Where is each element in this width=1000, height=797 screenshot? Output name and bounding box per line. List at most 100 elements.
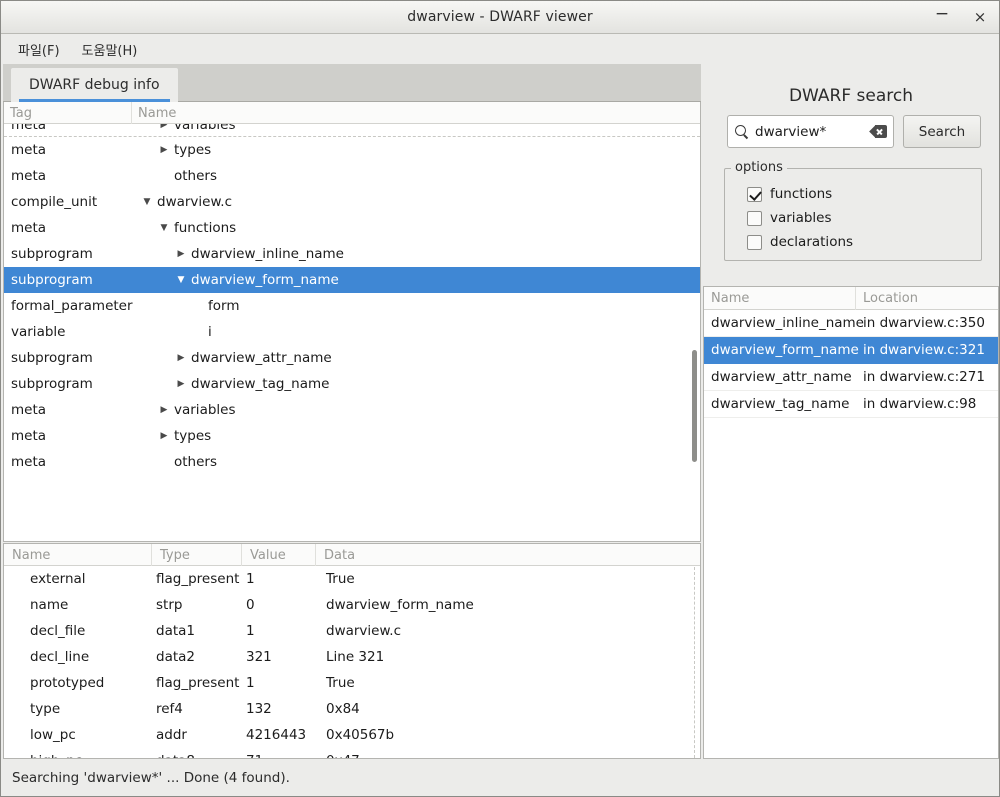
tree-row[interactable]: subprogram▶dwarview_inline_name bbox=[4, 241, 700, 267]
attribute-table-body: externalflag_present1Truenamestrp0dwarvi… bbox=[4, 566, 700, 759]
search-button[interactable]: Search bbox=[903, 115, 981, 148]
search-results-table[interactable]: Name Location dwarview_inline_namein dwa… bbox=[703, 286, 999, 759]
tree-row-name-cell: ▼dwarview.c bbox=[132, 194, 700, 210]
tree-row-name: variables bbox=[174, 124, 236, 133]
option-variables-label: variables bbox=[770, 210, 832, 226]
window-title: dwarview - DWARF viewer bbox=[407, 9, 592, 25]
attribute-data: dwarview.c bbox=[316, 623, 700, 639]
chevron-down-icon[interactable]: ▼ bbox=[174, 275, 188, 285]
tree-row[interactable]: meta▶types bbox=[4, 137, 700, 163]
tree-row[interactable]: subprogram▶dwarview_tag_name bbox=[4, 371, 700, 397]
option-declarations[interactable]: declarations bbox=[747, 234, 853, 250]
search-result-name: dwarview_tag_name bbox=[704, 396, 856, 412]
menu-file[interactable]: 파일(F) bbox=[9, 37, 69, 62]
attribute-table-header: Name Type Value Data bbox=[4, 544, 700, 566]
attribute-row[interactable]: high_pcdata8710x47 bbox=[4, 748, 700, 759]
tree-row[interactable]: subprogram▼dwarview_form_name bbox=[4, 267, 700, 293]
results-column-name[interactable]: Name bbox=[704, 287, 856, 310]
chevron-down-icon[interactable]: ▼ bbox=[157, 223, 171, 233]
tree-row-tag: subprogram bbox=[4, 272, 132, 288]
attribute-row[interactable]: decl_filedata11dwarview.c bbox=[4, 618, 700, 644]
tree-row-name: types bbox=[174, 428, 211, 444]
tree-row-name: functions bbox=[174, 220, 236, 236]
tree-row[interactable]: compile_unit▼dwarview.c bbox=[4, 189, 700, 215]
tree-row-name: dwarview_attr_name bbox=[191, 350, 332, 366]
attr-column-name[interactable]: Name bbox=[4, 544, 152, 566]
tree-row-name: types bbox=[174, 142, 211, 158]
checkbox-declarations[interactable] bbox=[747, 235, 762, 250]
option-variables[interactable]: variables bbox=[747, 210, 832, 226]
attribute-data: True bbox=[316, 675, 700, 691]
attribute-row[interactable]: namestrp0dwarview_form_name bbox=[4, 592, 700, 618]
attribute-value: 0 bbox=[242, 597, 316, 613]
attribute-name: external bbox=[4, 571, 152, 587]
chevron-right-icon[interactable]: ▶ bbox=[157, 431, 171, 441]
attribute-value: 132 bbox=[242, 701, 316, 717]
attr-column-type[interactable]: Type bbox=[152, 544, 242, 566]
tree-column-tag[interactable]: Tag bbox=[4, 102, 132, 124]
close-icon[interactable]: × bbox=[969, 7, 991, 29]
tree-scrollbar-thumb[interactable] bbox=[692, 350, 697, 462]
menu-help[interactable]: 도움말(H) bbox=[73, 37, 147, 62]
chevron-right-icon[interactable]: ▶ bbox=[174, 249, 188, 259]
tree-row-name-cell: ▶dwarview_tag_name bbox=[132, 376, 700, 392]
attribute-name: low_pc bbox=[4, 727, 152, 743]
attribute-row[interactable]: low_pcaddr42164430x40567b bbox=[4, 722, 700, 748]
tree-row[interactable]: metaothers bbox=[4, 163, 700, 189]
tree-row[interactable]: subprogram▶dwarview_attr_name bbox=[4, 345, 700, 371]
search-result-row[interactable]: dwarview_form_namein dwarview.c:321 bbox=[704, 337, 998, 364]
attribute-row[interactable]: prototypedflag_present1True bbox=[4, 670, 700, 696]
search-result-row[interactable]: dwarview_tag_namein dwarview.c:98 bbox=[704, 391, 998, 418]
attribute-value: 1 bbox=[242, 675, 316, 691]
chevron-down-icon[interactable]: ▼ bbox=[140, 197, 154, 207]
attribute-row[interactable]: decl_linedata2321Line 321 bbox=[4, 644, 700, 670]
tree-row[interactable]: metaothers bbox=[4, 449, 700, 475]
results-column-location[interactable]: Location bbox=[856, 287, 998, 310]
option-functions[interactable]: functions bbox=[747, 186, 832, 202]
attribute-type: flag_present bbox=[152, 675, 242, 691]
tree-row[interactable]: meta ▼functions bbox=[4, 215, 700, 241]
chevron-right-icon[interactable]: ▶ bbox=[174, 353, 188, 363]
tree-row-name: variables bbox=[174, 402, 236, 418]
search-input[interactable]: dwarview* bbox=[727, 115, 894, 148]
checkbox-functions[interactable] bbox=[747, 187, 762, 202]
tree-row[interactable]: meta▶variables bbox=[4, 397, 700, 423]
tree-row-tag: meta bbox=[4, 428, 132, 444]
search-result-row[interactable]: dwarview_attr_namein dwarview.c:271 bbox=[704, 364, 998, 391]
tree-row-tag: meta bbox=[4, 220, 132, 236]
option-declarations-label: declarations bbox=[770, 234, 853, 250]
chevron-right-icon[interactable]: ▶ bbox=[157, 145, 171, 155]
clear-icon[interactable] bbox=[871, 125, 887, 138]
attribute-data: True bbox=[316, 571, 700, 587]
tab-dwarf-debug-info[interactable]: DWARF debug info bbox=[11, 68, 178, 102]
search-result-location: in dwarview.c:350 bbox=[856, 315, 998, 331]
attribute-row[interactable]: typeref41320x84 bbox=[4, 696, 700, 722]
attribute-row[interactable]: externalflag_present1True bbox=[4, 566, 700, 592]
search-panel-title: DWARF search bbox=[703, 86, 999, 106]
chevron-right-icon[interactable]: ▶ bbox=[157, 124, 171, 130]
minimize-button[interactable]: − bbox=[931, 7, 953, 29]
search-icon bbox=[734, 124, 749, 139]
attr-column-data[interactable]: Data bbox=[316, 544, 700, 566]
attr-column-value[interactable]: Value bbox=[242, 544, 316, 566]
search-result-location: in dwarview.c:98 bbox=[856, 396, 998, 412]
attribute-name: decl_line bbox=[4, 649, 152, 665]
tree-row-tag: meta bbox=[4, 454, 132, 470]
dwarf-tree[interactable]: Tag Name meta▶variablesmeta▶typesmetaoth… bbox=[3, 102, 701, 542]
tree-row[interactable]: meta ▶types bbox=[4, 423, 700, 449]
tree-row-separator bbox=[4, 136, 700, 137]
window-controls: − × bbox=[931, 1, 991, 34]
checkbox-variables[interactable] bbox=[747, 211, 762, 226]
attribute-table[interactable]: Name Type Value Data externalflag_presen… bbox=[3, 543, 701, 759]
tree-row[interactable]: formal_parameterform bbox=[4, 293, 700, 319]
tree-column-name[interactable]: Name bbox=[132, 102, 700, 124]
tree-row[interactable]: variablei bbox=[4, 319, 700, 345]
attribute-name: name bbox=[4, 597, 152, 613]
attribute-data: dwarview_form_name bbox=[316, 597, 700, 613]
search-result-row[interactable]: dwarview_inline_namein dwarview.c:350 bbox=[704, 310, 998, 337]
tree-row-name: form bbox=[208, 298, 239, 314]
chevron-right-icon[interactable]: ▶ bbox=[174, 379, 188, 389]
chevron-right-icon[interactable]: ▶ bbox=[157, 405, 171, 415]
tree-row[interactable]: meta▶variables bbox=[4, 124, 700, 137]
tree-header: Tag Name bbox=[4, 102, 700, 124]
